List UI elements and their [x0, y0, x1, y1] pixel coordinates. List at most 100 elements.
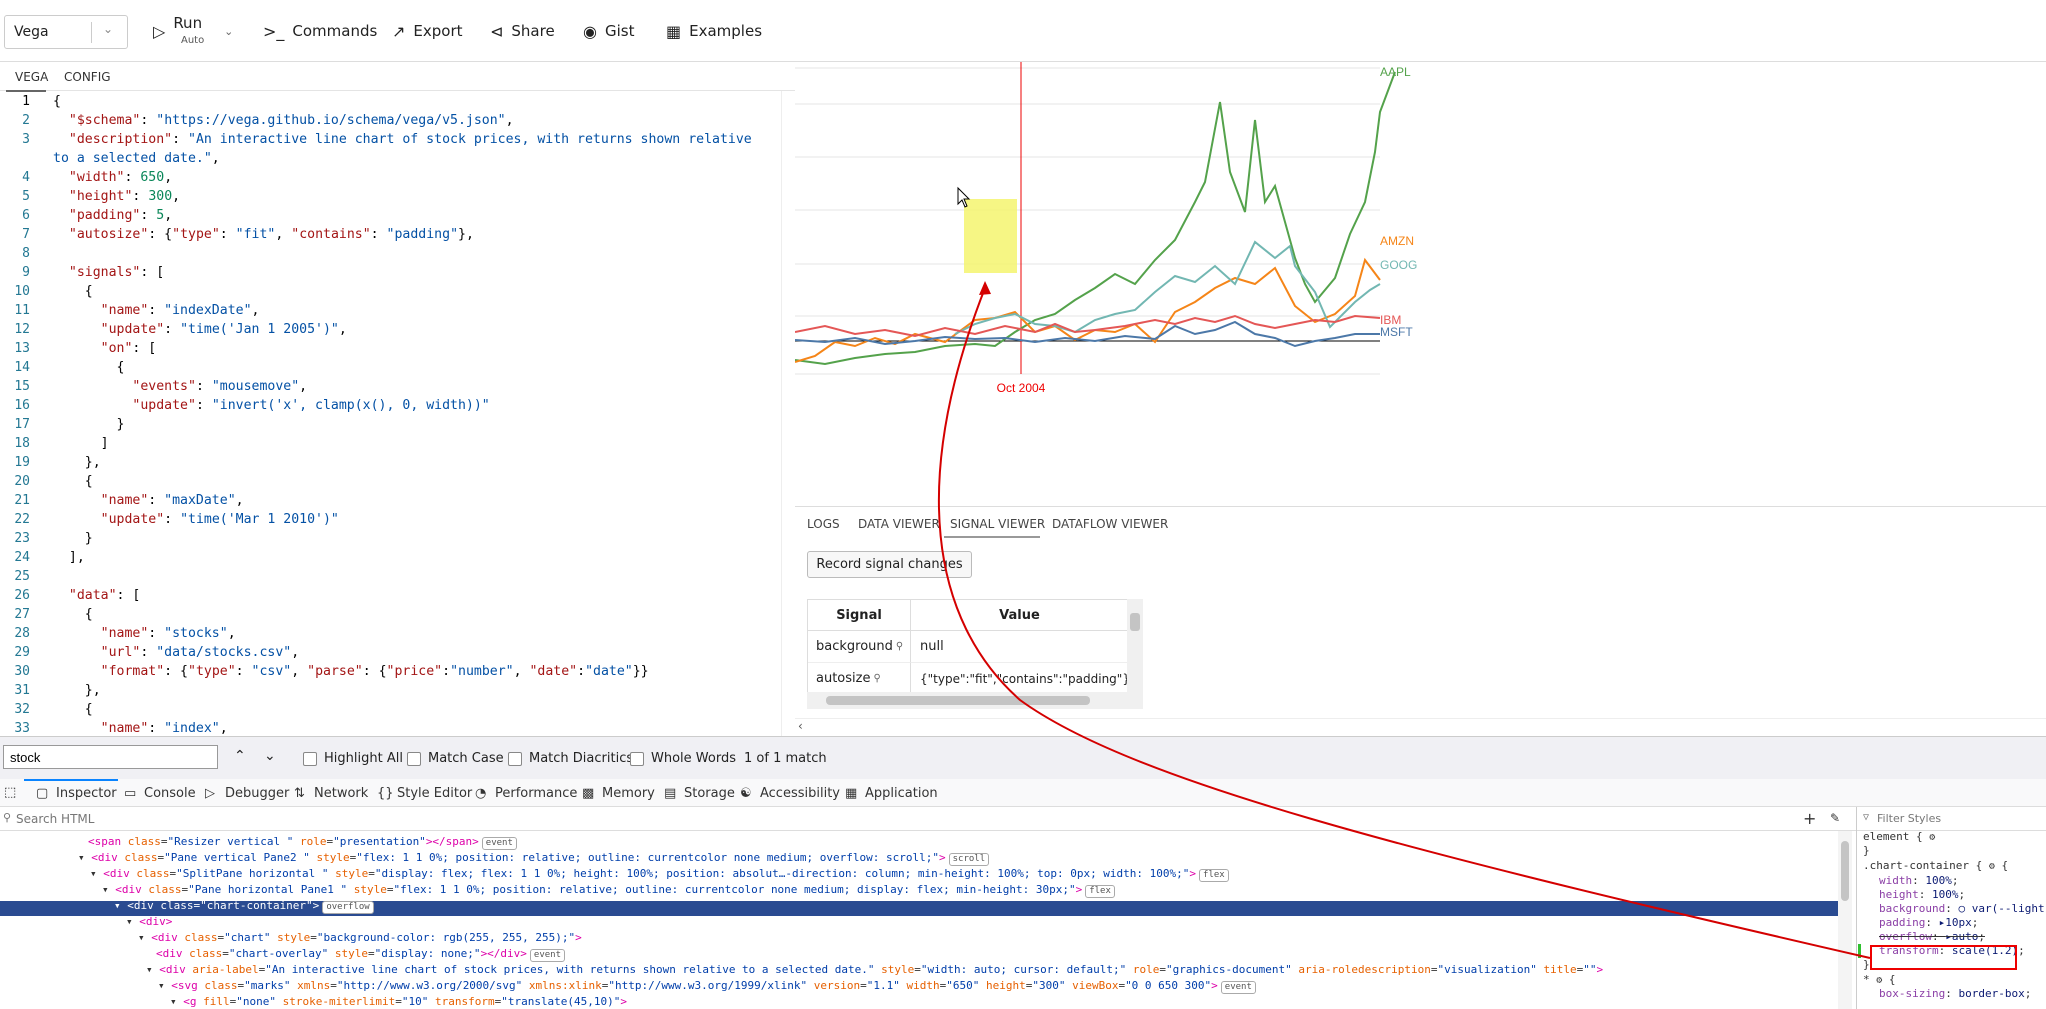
line-number: 6 — [22, 208, 30, 223]
markup-node[interactable]: ▾ <div> — [126, 915, 172, 928]
line-number: 16 — [14, 398, 30, 413]
search-icon[interactable]: ⚲ — [896, 641, 903, 652]
match-diacritics-checkbox[interactable] — [508, 752, 522, 766]
css-rule-line[interactable]: height: 100%; — [1879, 888, 1965, 901]
gist-button[interactable]: ◉ Gist — [583, 0, 634, 62]
find-input[interactable] — [3, 745, 218, 769]
line-number: 9 — [22, 265, 30, 280]
console-icon: ▭ — [124, 786, 137, 801]
html-search-input[interactable]: Search HTML — [16, 812, 94, 826]
table-row: autosize ⚲ — [808, 663, 911, 695]
line-number: 1 — [22, 94, 30, 109]
html-search-bar[interactable]: ⚲ Search HTML + ✎ — [0, 807, 1856, 831]
line-number: 21 — [14, 493, 30, 508]
match-case-checkbox[interactable] — [407, 752, 421, 766]
highlight-all-checkbox[interactable] — [303, 752, 317, 766]
markup-node[interactable]: ▾ <g fill="none" stroke-miterlimit="10" … — [170, 995, 627, 1008]
tab-application[interactable]: Application — [865, 786, 938, 801]
eyedropper-icon[interactable]: ✎ — [1830, 811, 1840, 825]
markup-node[interactable]: ▾ <div aria-label="An interactive line c… — [146, 963, 1603, 976]
markup-node[interactable]: <span class="Resizer vertical " role="pr… — [88, 835, 517, 850]
line-number: 22 — [14, 512, 30, 527]
tab-style-editor[interactable]: Style Editor — [397, 786, 472, 801]
examples-button[interactable]: ▦ Examples — [666, 0, 762, 62]
line-number: 33 — [14, 721, 30, 736]
markup-scrollbar[interactable] — [1838, 831, 1852, 1009]
github-icon: ◉ — [583, 21, 597, 41]
tab-network[interactable]: Network — [314, 786, 368, 801]
css-rule-line[interactable]: } — [1863, 958, 1870, 971]
tab-data-viewer[interactable]: DATA VIEWER — [858, 517, 940, 531]
css-rule-line[interactable]: box-sizing: border-box; — [1879, 987, 2031, 1000]
tab-performance[interactable]: Performance — [495, 786, 577, 801]
debug-horizontal-scrollbar[interactable]: ‹ — [795, 718, 2046, 736]
tab-vega[interactable]: VEGA — [15, 70, 48, 84]
tab-signal-viewer[interactable]: SIGNAL VIEWER — [950, 517, 1045, 531]
filter-styles-bar[interactable]: ▽ Filter Styles — [1857, 807, 2046, 831]
pane-divider[interactable] — [795, 506, 2046, 507]
tab-logs[interactable]: LOGS — [807, 517, 840, 531]
filter-icon: ▽ — [1863, 812, 1870, 823]
tab-config[interactable]: CONFIG — [64, 70, 111, 84]
tab-storage[interactable]: Storage — [684, 786, 735, 801]
css-rule-line[interactable]: padding: ▸10px; — [1879, 916, 1978, 929]
css-rule-line[interactable]: .chart-container { ⚙ { — [1863, 859, 2008, 872]
markup-node[interactable]: ▾ <div class="SplitPane horizontal " sty… — [90, 867, 1229, 882]
tab-inspector[interactable]: Inspector — [56, 786, 117, 801]
match-case-label: Match Case — [428, 751, 504, 766]
markup-node[interactable]: ▾ <div class="chart" style="background-c… — [138, 931, 582, 944]
filter-styles-input[interactable]: Filter Styles — [1877, 812, 1941, 825]
markup-node[interactable]: <div class="chart-overlay" style="displa… — [156, 947, 566, 962]
css-rule-line[interactable]: } — [1863, 844, 1870, 857]
find-previous-icon[interactable]: ⌃ — [234, 748, 246, 764]
code-line: "events": "mousemove", — [132, 379, 308, 394]
search-icon[interactable]: ⚲ — [873, 673, 880, 684]
line-number: 26 — [14, 588, 30, 603]
chevron-down-icon[interactable]: ⌄ — [224, 25, 233, 38]
tab-debugger[interactable]: Debugger — [225, 786, 289, 801]
stock-chart[interactable]: AAPLAMZNGOOGIBMMSFTOct 2004 — [795, 62, 1439, 414]
add-node-icon[interactable]: + — [1803, 809, 1816, 828]
tab-console[interactable]: Console — [144, 786, 196, 801]
markup-node[interactable]: ▾ <div class="Pane horizontal Pane1 " st… — [102, 883, 1115, 898]
signal-value: null — [911, 631, 1128, 663]
markup-node[interactable]: ▾ <div class="chart-container"> overflow — [114, 899, 374, 914]
css-rule-line[interactable]: element { ⚙ — [1863, 830, 1935, 843]
element-picker-icon[interactable]: ⬚ — [4, 785, 16, 800]
rules-panel: ▽ Filter Styles element { ⚙} .chart-conta… — [1856, 807, 2046, 1009]
tab-memory[interactable]: Memory — [602, 786, 655, 801]
share-button[interactable]: ⊲ Share — [490, 0, 555, 62]
tab-dataflow-viewer[interactable]: DATAFLOW VIEWER — [1052, 517, 1168, 531]
export-button[interactable]: ↗ Export — [392, 0, 463, 62]
code-editor[interactable]: 1 {2 "$schema": "https://vega.github.io/s… — [0, 91, 795, 736]
commands-button[interactable]: >_ Commands — [263, 0, 377, 62]
scroll-thumb[interactable] — [1130, 613, 1140, 631]
mode-select[interactable]: Vega ⌄ — [4, 15, 128, 49]
run-button[interactable]: ▷ Run ⌄ — [153, 0, 233, 62]
series-label-goog: GOOG — [1380, 258, 1417, 272]
chevron-left-icon[interactable]: ‹ — [798, 719, 803, 733]
line-number: 28 — [14, 626, 30, 641]
record-signal-changes-button[interactable]: Record signal changes — [807, 551, 972, 578]
markup-node[interactable]: ▾ <svg class="marks" xmlns="http://www.w… — [158, 979, 1256, 994]
mode-value: Vega — [14, 24, 49, 40]
table-vertical-scrollbar[interactable] — [1127, 599, 1143, 692]
css-rule-line[interactable]: background: ○ var(--light-g — [1879, 902, 2046, 915]
chart-pane-spacer — [795, 414, 2046, 506]
scroll-thumb[interactable] — [1841, 841, 1849, 901]
css-rule-line[interactable]: * ⚙ { — [1863, 973, 1896, 986]
export-icon: ↗ — [392, 21, 406, 41]
whole-words-checkbox[interactable] — [630, 752, 644, 766]
highlight-annotation-box — [1870, 945, 2017, 970]
tab-accessibility[interactable]: Accessibility — [760, 786, 840, 801]
code-line: "name": "stocks", — [100, 626, 236, 641]
css-rule-line[interactable]: overflow: ▸auto; — [1879, 930, 1985, 943]
markup-view[interactable]: <span class="Resizer vertical " role="pr… — [0, 831, 1845, 1009]
find-next-icon[interactable]: ⌄ — [264, 748, 276, 764]
editor-scrollbar[interactable] — [781, 91, 795, 736]
scroll-thumb[interactable] — [826, 696, 1090, 705]
code-line: ] — [53, 436, 109, 451]
css-rule-line[interactable]: width: 100%; — [1879, 874, 1959, 887]
series-label-amzn: AMZN — [1380, 234, 1414, 248]
markup-node[interactable]: ▾ <div class="Pane vertical Pane2 " styl… — [78, 851, 990, 866]
